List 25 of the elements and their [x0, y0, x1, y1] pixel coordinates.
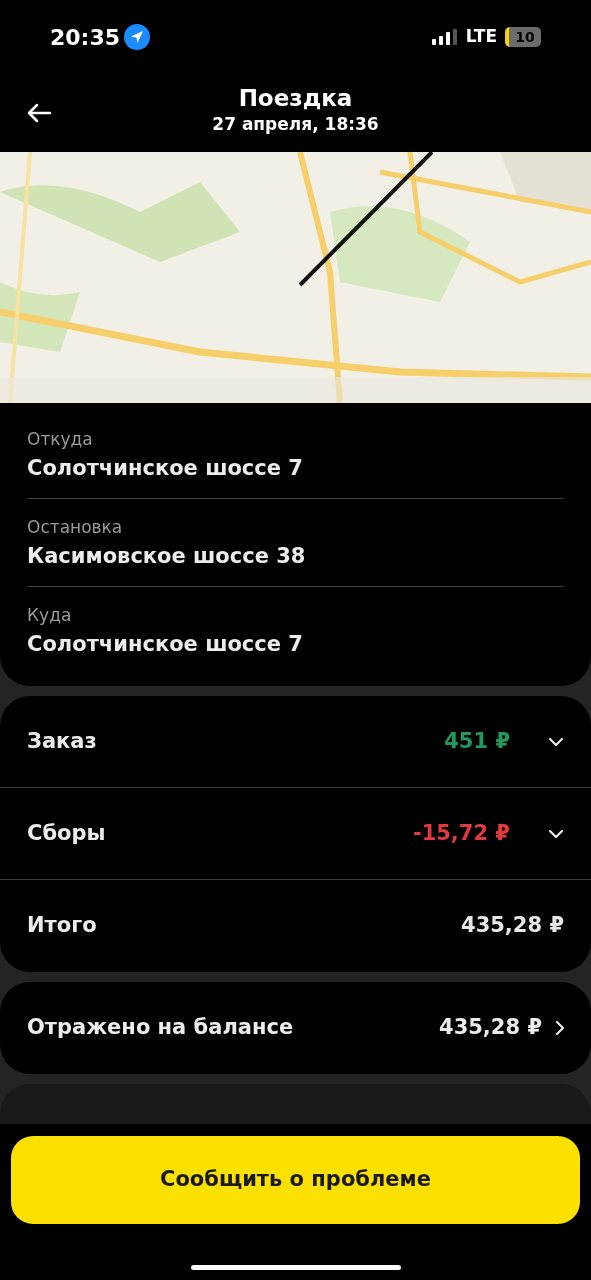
route-label: Откуда: [27, 428, 94, 451]
balance-row[interactable]: Отражено на балансе 435,28 ₽: [0, 982, 591, 1074]
route-label: Остановка: [27, 516, 124, 539]
route-address: Солотчинское шоссе 7: [27, 454, 304, 482]
report-problem-button[interactable]: Сообщить о проблеме: [11, 1136, 580, 1224]
price-label: Итого: [27, 912, 98, 940]
balance-amount: 435,28 ₽: [439, 1014, 542, 1042]
battery-indicator: 10: [505, 27, 541, 47]
location-icon: [124, 24, 151, 50]
signal-icon: [431, 29, 458, 45]
status-time: 20:35: [50, 23, 121, 52]
price-amount: 451 ₽: [444, 727, 510, 755]
price-row[interactable]: Заказ 451 ₽: [0, 696, 591, 788]
route-address: Солотчинское шоссе 7: [27, 630, 304, 658]
screen-title: Поездка: [238, 84, 353, 113]
balance-label: Отражено на балансе: [27, 1014, 295, 1042]
price-amount: 435,28 ₽: [461, 912, 564, 940]
network-label: LTE: [465, 25, 497, 49]
price-label: Заказ: [27, 727, 98, 755]
price-amount: -15,72 ₽: [412, 819, 510, 847]
route-address: Касимовское шоссе 38: [27, 542, 307, 570]
route-label: Куда: [27, 604, 73, 627]
price-row[interactable]: Сборы -15,72 ₽: [0, 788, 591, 880]
screen-subtitle: 27 апреля, 18:36: [212, 113, 379, 137]
price-label: Сборы: [27, 819, 107, 847]
